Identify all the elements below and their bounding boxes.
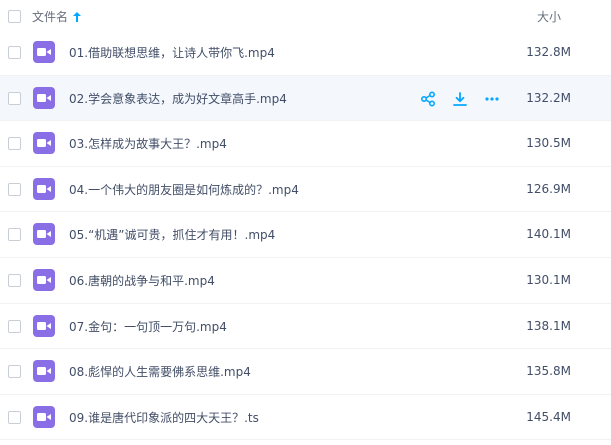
row-checkbox[interactable] [8, 137, 21, 151]
table-row[interactable]: 02.学会意象表达，成为好文章高手.mp4 132.2M [0, 75, 611, 122]
file-name[interactable]: 02.学会意象表达，成为好文章高手.mp4 [69, 90, 287, 107]
table-row[interactable]: 06.唐朝的战争与和平.mp4 130.1M [0, 258, 611, 304]
file-list: 文件名 大小 01.借助联想思维，让诗人带你飞.mp4 132.8M 02.学会… [0, 0, 611, 445]
video-file-icon [33, 86, 55, 109]
column-size-label[interactable]: 大小 [537, 8, 561, 25]
table-row[interactable]: 07.金句：一句顶一万句.mp4 138.1M [0, 304, 611, 350]
file-size: 132.2M [526, 90, 571, 105]
video-file-icon [33, 314, 55, 337]
file-name[interactable]: 08.彪悍的人生需要佛系思维.mp4 [69, 363, 251, 380]
file-size: 130.1M [526, 272, 571, 287]
table-row[interactable]: 09.谁是唐代印象派的四大天王？.ts 145.4M [0, 395, 611, 441]
video-file-icon [33, 41, 55, 63]
more-icon[interactable] [482, 89, 502, 109]
video-file-icon [33, 223, 55, 246]
file-name[interactable]: 07.金句：一句顶一万句.mp4 [69, 318, 227, 335]
row-checkbox[interactable] [8, 91, 21, 105]
select-all-checkbox[interactable] [8, 10, 21, 23]
row-checkbox[interactable] [8, 46, 21, 59]
file-size: 135.8M [526, 364, 571, 379]
file-rows: 01.借助联想思维，让诗人带你飞.mp4 132.8M 02.学会意象表达，成为… [0, 30, 611, 441]
file-size: 126.9M [526, 181, 571, 196]
table-row[interactable]: 03.怎样成为故事大王？.mp4 130.5M [0, 121, 611, 167]
video-file-icon [33, 132, 55, 155]
file-name[interactable]: 04.一个伟大的朋友圈是如何炼成的？.mp4 [69, 181, 299, 198]
row-checkbox[interactable] [8, 319, 21, 333]
table-row[interactable]: 04.一个伟大的朋友圈是如何炼成的？.mp4 126.9M [0, 167, 611, 213]
row-checkbox[interactable] [8, 365, 21, 379]
row-checkbox[interactable] [8, 182, 21, 196]
download-icon[interactable] [450, 89, 470, 109]
file-name[interactable]: 01.借助联想思维，让诗人带你飞.mp4 [69, 44, 275, 61]
file-name[interactable]: 06.唐朝的战争与和平.mp4 [69, 272, 215, 289]
row-checkbox[interactable] [8, 228, 21, 242]
video-file-icon [33, 177, 55, 200]
file-name[interactable]: 09.谁是唐代印象派的四大天王？.ts [69, 409, 259, 426]
file-size: 140.1M [526, 227, 571, 242]
row-checkbox[interactable] [8, 273, 21, 287]
video-file-icon [33, 360, 55, 383]
file-size: 138.1M [526, 318, 571, 333]
row-actions [418, 89, 502, 109]
video-file-icon [33, 268, 55, 291]
file-size: 132.8M [526, 45, 571, 59]
video-file-icon [33, 405, 55, 428]
share-icon[interactable] [418, 89, 438, 109]
file-name[interactable]: 03.怎样成为故事大王？.mp4 [69, 135, 227, 152]
table-row[interactable]: 08.彪悍的人生需要佛系思维.mp4 135.8M [0, 349, 611, 395]
list-header: 文件名 大小 [0, 0, 611, 30]
file-size: 130.5M [526, 136, 571, 151]
file-name[interactable]: 05.“机遇”诚可贵，抓住才有用！.mp4 [69, 226, 275, 243]
table-row[interactable]: 01.借助联想思维，让诗人带你飞.mp4 132.8M [0, 30, 611, 76]
sort-by-name[interactable]: 文件名 [32, 8, 82, 25]
file-size: 145.4M [526, 409, 571, 424]
sort-up-arrow-icon [72, 11, 82, 23]
column-name-label: 文件名 [32, 10, 69, 24]
row-checkbox[interactable] [8, 410, 21, 424]
table-row[interactable]: 05.“机遇”诚可贵，抓住才有用！.mp4 140.1M [0, 212, 611, 258]
